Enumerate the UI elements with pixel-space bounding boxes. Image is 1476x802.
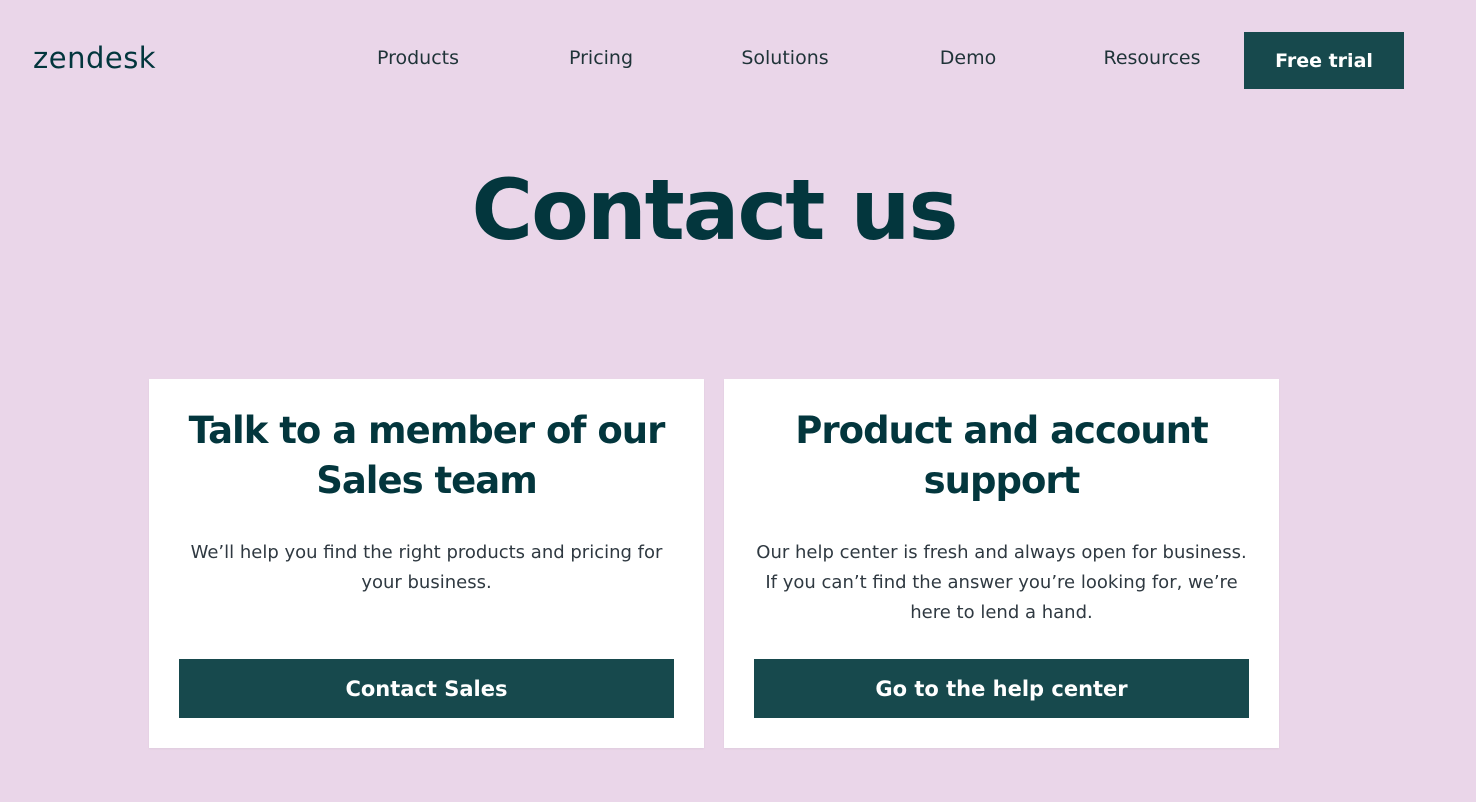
sales-card-text: We’ll help you find the right products a… [190, 542, 663, 593]
free-trial-button[interactable]: Free trial [1244, 32, 1404, 89]
contact-sales-button[interactable]: Contact Sales [179, 659, 674, 718]
nav-resources[interactable]: Resources [1103, 44, 1200, 72]
help-center-button[interactable]: Go to the help center [754, 659, 1249, 718]
nav-pricing[interactable]: Pricing [569, 44, 633, 72]
support-card-title: Product and account support [795, 409, 1208, 502]
sales-card-title: Talk to a member of our Sales team [188, 409, 666, 502]
logo[interactable]: zendesk [33, 40, 156, 76]
support-card: Product and account support Our help cen… [724, 379, 1279, 748]
nav-products[interactable]: Products [377, 44, 459, 72]
page-title: Contact us [471, 161, 959, 259]
support-card-text: Our help center is fresh and always open… [756, 542, 1247, 623]
nav-solutions[interactable]: Solutions [741, 44, 828, 72]
nav-demo[interactable]: Demo [940, 44, 996, 72]
sales-card: Talk to a member of our Sales team We’ll… [149, 379, 704, 748]
